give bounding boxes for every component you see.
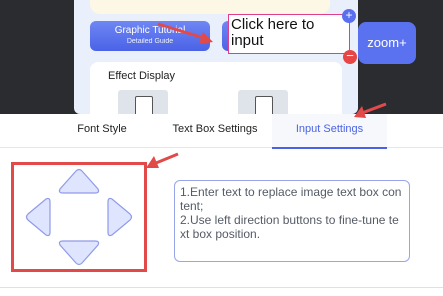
- instruction-line-2: 2.Use left direction buttons to fine-tun…: [180, 213, 399, 241]
- plus-icon[interactable]: +: [342, 9, 356, 23]
- zoom-button[interactable]: zoom+: [358, 22, 416, 64]
- left-arrow-icon[interactable]: [25, 197, 51, 237]
- divider: [0, 287, 443, 288]
- effect-display-title: Effect Display: [108, 70, 176, 82]
- tutorial-title: Graphic Tutorial: [114, 25, 186, 36]
- effect-thumbnail: [118, 90, 168, 114]
- text-box-content: Click here to input: [231, 16, 315, 49]
- settings-tabs: Font Style Text Box Settings Input Setti…: [0, 114, 443, 149]
- up-arrow-icon[interactable]: [58, 168, 100, 194]
- preview-top-card: [90, 0, 330, 14]
- direction-pad-highlight: [11, 162, 147, 272]
- graphic-tutorial-button[interactable]: Graphic Tutorial Detailed Guide: [90, 21, 210, 51]
- effect-thumbnail: [238, 90, 288, 114]
- tab-input-settings[interactable]: Input Settings: [272, 114, 387, 149]
- tutorial-subtitle: Detailed Guide: [126, 38, 174, 45]
- input-instructions-box: 1.Enter text to replace image text box c…: [174, 180, 410, 262]
- editable-text-box[interactable]: Click here to input: [228, 14, 350, 54]
- input-settings-panel: 1.Enter text to replace image text box c…: [0, 149, 443, 296]
- right-arrow-icon[interactable]: [107, 197, 133, 237]
- preview-area: Graphic Tutorial Detailed Guide Effect D…: [0, 0, 443, 114]
- tab-font-style[interactable]: Font Style: [62, 114, 142, 148]
- effect-display-card: Effect Display: [90, 62, 342, 114]
- down-arrow-icon[interactable]: [58, 240, 100, 266]
- tab-text-box-settings[interactable]: Text Box Settings: [160, 114, 270, 148]
- minus-icon[interactable]: −: [343, 49, 357, 64]
- instruction-line-1: 1.Enter text to replace image text box c…: [180, 185, 402, 213]
